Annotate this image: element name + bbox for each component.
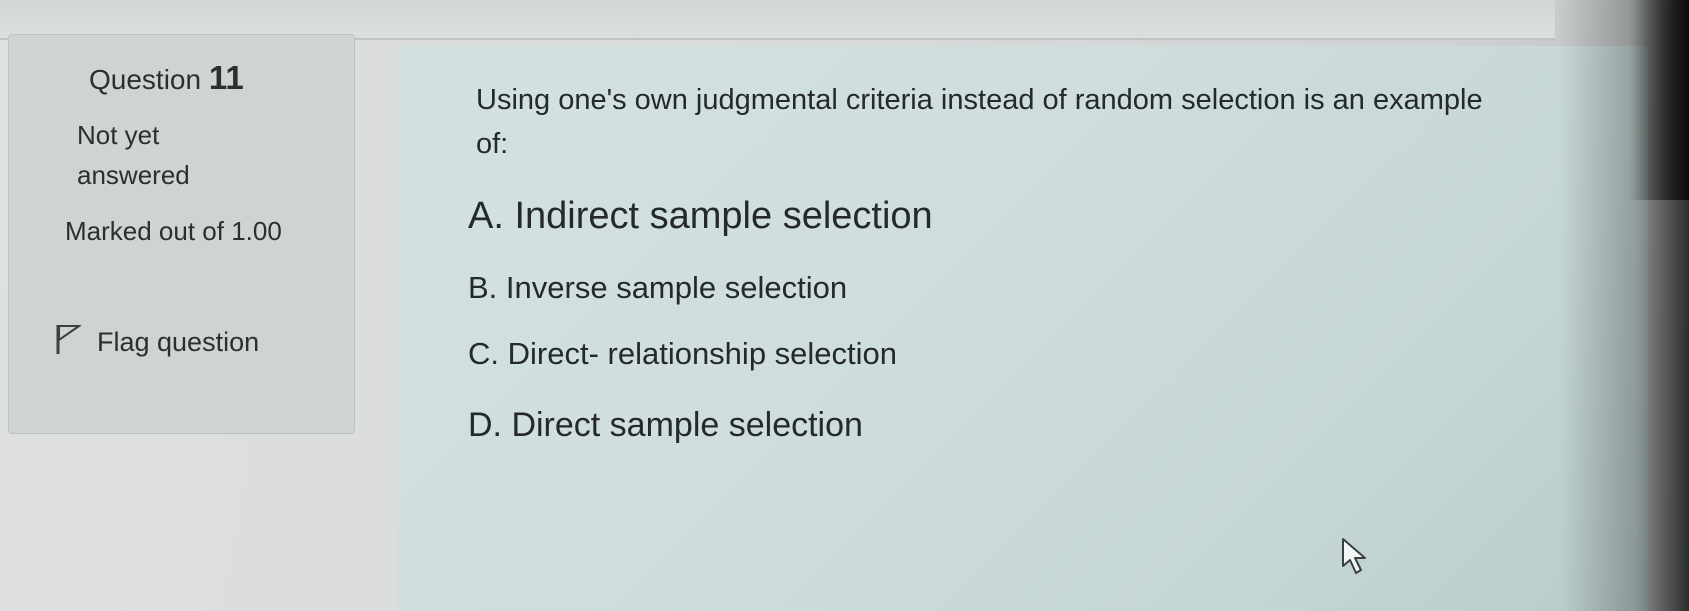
flag-question-label: Flag question xyxy=(97,327,260,357)
question-grade: Marked out of 1.00 xyxy=(65,216,282,246)
question-number: 11 xyxy=(208,59,244,96)
flag-icon xyxy=(55,323,83,355)
answer-option-d[interactable]: D. Direct sample selection xyxy=(468,406,863,445)
answer-letter: B. xyxy=(468,270,498,305)
flag-question-button[interactable]: Flag question xyxy=(47,319,287,365)
question-status: Not yet answered xyxy=(77,120,190,190)
question-label: Question xyxy=(89,64,202,95)
quiz-screen: Question 11 Not yet answered Marked out … xyxy=(0,0,1689,611)
answer-option-b[interactable]: B. Inverse sample selection xyxy=(468,270,847,306)
answer-text: Direct- relationship selection xyxy=(507,336,898,371)
answer-letter: A. xyxy=(468,195,504,237)
screen-corner-shadow xyxy=(1629,0,1689,200)
answer-letter: D. xyxy=(468,406,502,444)
answer-text: Direct sample selection xyxy=(511,406,863,444)
question-info-panel: Question 11 Not yet answered Marked out … xyxy=(8,34,355,434)
question-text: Using one's own judgmental criteria inst… xyxy=(476,84,1483,160)
answer-letter: C. xyxy=(468,336,499,371)
answer-option-a[interactable]: A. Indirect sample selection xyxy=(468,195,933,238)
answer-option-c[interactable]: C. Direct- relationship selection xyxy=(468,336,897,372)
answer-text: Inverse sample selection xyxy=(505,270,848,305)
question-number-heading: Question 11 xyxy=(89,59,244,97)
mouse-pointer-icon xyxy=(1340,536,1376,576)
answer-text: Indirect sample selection xyxy=(514,195,933,237)
